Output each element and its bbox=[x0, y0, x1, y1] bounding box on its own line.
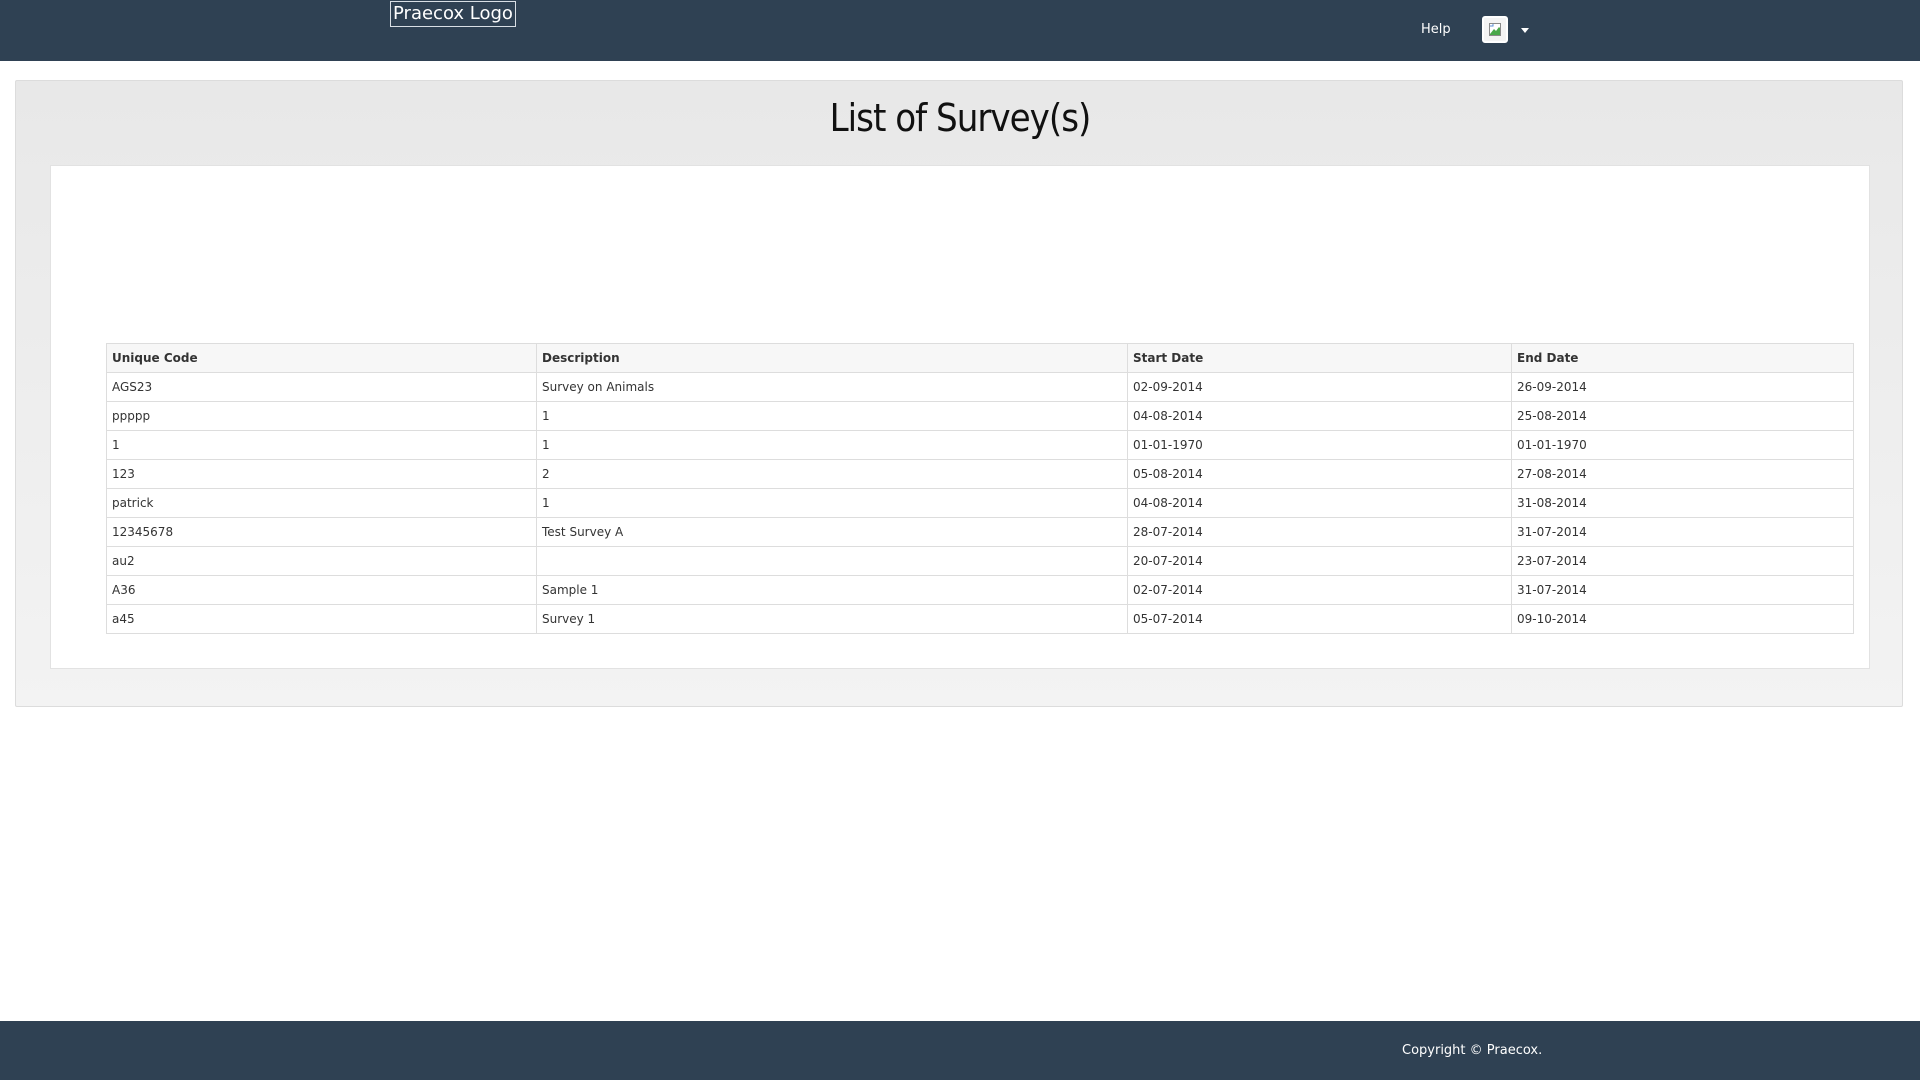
cell-description: Survey on Animals bbox=[536, 372, 1128, 402]
cell-start-date: 04-08-2014 bbox=[1127, 401, 1512, 431]
survey-table: Unique Code Description Start Date End D… bbox=[106, 343, 1854, 634]
cell-end-date: 23-07-2014 bbox=[1511, 546, 1854, 576]
cell-unique-code: 123 bbox=[106, 459, 537, 489]
cell-unique-code: 12345678 bbox=[106, 517, 537, 547]
cell-end-date: 31-08-2014 bbox=[1511, 488, 1854, 518]
table-header-row: Unique Code Description Start Date End D… bbox=[106, 343, 1854, 373]
cell-description bbox=[536, 546, 1128, 576]
cell-unique-code: AGS23 bbox=[106, 372, 537, 402]
cell-start-date: 02-07-2014 bbox=[1127, 575, 1512, 605]
cell-start-date: 05-08-2014 bbox=[1127, 459, 1512, 489]
cell-start-date: 02-09-2014 bbox=[1127, 372, 1512, 402]
table-row[interactable]: au2 20-07-2014 23-07-2014 bbox=[106, 546, 1854, 576]
cell-start-date: 05-07-2014 bbox=[1127, 604, 1512, 634]
table-row[interactable]: AGS23 Survey on Animals 02-09-2014 26-09… bbox=[106, 372, 1854, 402]
cell-end-date: 27-08-2014 bbox=[1511, 459, 1854, 489]
cell-end-date: 09-10-2014 bbox=[1511, 604, 1854, 634]
cell-description: 1 bbox=[536, 401, 1128, 431]
top-navbar: Praecox Logo Help bbox=[0, 0, 1920, 61]
table-row[interactable]: 1 1 01-01-1970 01-01-1970 bbox=[106, 430, 1854, 460]
cell-unique-code: patrick bbox=[106, 488, 537, 518]
column-header-start-date[interactable]: Start Date bbox=[1127, 343, 1512, 373]
cell-end-date: 31-07-2014 bbox=[1511, 575, 1854, 605]
copyright-text: Copyright © Praecox. bbox=[1402, 1043, 1543, 1058]
cell-description: Sample 1 bbox=[536, 575, 1128, 605]
cell-start-date: 28-07-2014 bbox=[1127, 517, 1512, 547]
cell-end-date: 31-07-2014 bbox=[1511, 517, 1854, 547]
cell-end-date: 26-09-2014 bbox=[1511, 372, 1854, 402]
help-link[interactable]: Help bbox=[1421, 21, 1451, 39]
table-row[interactable]: patrick 1 04-08-2014 31-08-2014 bbox=[106, 488, 1854, 518]
cell-start-date: 20-07-2014 bbox=[1127, 546, 1512, 576]
page-footer: Copyright © Praecox. bbox=[0, 1021, 1920, 1080]
cell-start-date: 04-08-2014 bbox=[1127, 488, 1512, 518]
column-header-unique-code[interactable]: Unique Code bbox=[106, 343, 537, 373]
cell-end-date: 25-08-2014 bbox=[1511, 401, 1854, 431]
chevron-down-icon[interactable] bbox=[1521, 28, 1529, 33]
cell-description: Test Survey A bbox=[536, 517, 1128, 547]
cell-unique-code: 1 bbox=[106, 430, 537, 460]
column-header-end-date[interactable]: End Date bbox=[1511, 343, 1854, 373]
cell-unique-code: ppppp bbox=[106, 401, 537, 431]
cell-unique-code: A36 bbox=[106, 575, 537, 605]
table-row[interactable]: 123 2 05-08-2014 27-08-2014 bbox=[106, 459, 1854, 489]
broken-image-icon bbox=[1489, 23, 1501, 36]
table-row[interactable]: 12345678 Test Survey A 28-07-2014 31-07-… bbox=[106, 517, 1854, 547]
cell-description: Survey 1 bbox=[536, 604, 1128, 634]
cell-end-date: 01-01-1970 bbox=[1511, 430, 1854, 460]
table-row[interactable]: ppppp 1 04-08-2014 25-08-2014 bbox=[106, 401, 1854, 431]
table-row[interactable]: a45 Survey 1 05-07-2014 09-10-2014 bbox=[106, 604, 1854, 634]
cell-description: 2 bbox=[536, 459, 1128, 489]
user-menu-button[interactable] bbox=[1482, 16, 1508, 43]
column-header-description[interactable]: Description bbox=[536, 343, 1128, 373]
praecox-logo[interactable]: Praecox Logo bbox=[390, 1, 516, 27]
cell-start-date: 01-01-1970 bbox=[1127, 430, 1512, 460]
table-row[interactable]: A36 Sample 1 02-07-2014 31-07-2014 bbox=[106, 575, 1854, 605]
page-title: List of Survey(s) bbox=[829, 96, 1092, 140]
cell-unique-code: a45 bbox=[106, 604, 537, 634]
cell-unique-code: au2 bbox=[106, 546, 537, 576]
cell-description: 1 bbox=[536, 430, 1128, 460]
cell-description: 1 bbox=[536, 488, 1128, 518]
